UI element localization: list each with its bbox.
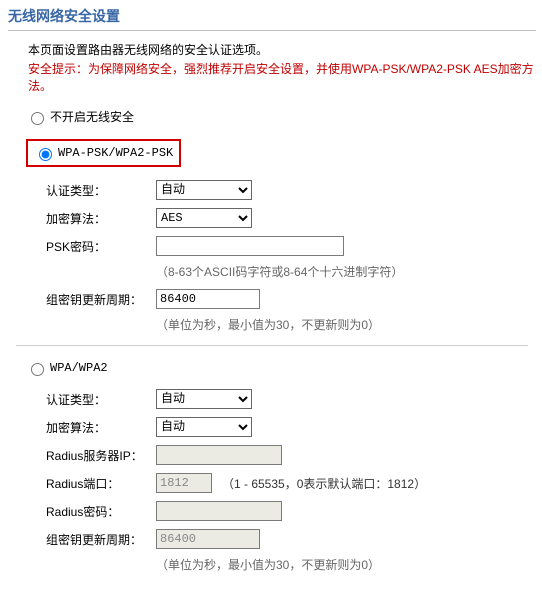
psk-password-label: PSK密码：	[46, 238, 156, 255]
psk-groupkey-input[interactable]	[156, 289, 260, 309]
option-psk-row: WPA-PSK/WPA2-PSK	[26, 139, 536, 167]
wpa-cipher-label: 加密算法：	[46, 419, 156, 436]
wpa-cipher-select[interactable]: 自动	[156, 417, 252, 437]
radius-pwd-label: Radius密码：	[46, 503, 156, 520]
psk-cipher-label: 加密算法：	[46, 210, 156, 227]
radius-port-input	[156, 473, 212, 493]
psk-groupkey-hint: （单位为秒，最小值为30，不更新则为0）	[156, 316, 536, 333]
psk-auth-label: 认证类型：	[46, 182, 156, 199]
option-wpa-radio[interactable]	[31, 363, 44, 376]
psk-cipher-select[interactable]: AES	[156, 208, 252, 228]
radius-ip-label: Radius服务器IP：	[46, 447, 156, 464]
option-psk-label: WPA-PSK/WPA2-PSK	[58, 146, 173, 160]
option-none-row: 不开启无线安全	[26, 108, 536, 125]
title-divider	[8, 30, 536, 31]
radius-port-hint: （1 - 65535，0表示默认端口：1812）	[222, 475, 426, 492]
option-wpa-row: WPA/WPA2	[26, 360, 536, 376]
psk-auth-select[interactable]: 自动	[156, 180, 252, 200]
page-title: 无线网络安全设置	[8, 6, 536, 26]
option-none-radio[interactable]	[31, 112, 44, 125]
wpa-auth-select[interactable]: 自动	[156, 389, 252, 409]
wpa-groupkey-input	[156, 529, 260, 549]
option-wpa-label: WPA/WPA2	[50, 361, 108, 375]
radius-ip-input	[156, 445, 282, 465]
radius-port-label: Radius端口：	[46, 475, 156, 492]
psk-groupkey-label: 组密钥更新周期：	[46, 291, 156, 308]
security-warning: 安全提示：为保障网络安全，强烈推荐开启安全设置，并使用WPA-PSK/WPA2-…	[28, 60, 536, 94]
intro-text: 本页面设置路由器无线网络的安全认证选项。	[28, 41, 536, 58]
option-none-label: 不开启无线安全	[50, 108, 134, 125]
psk-password-hint: （8-63个ASCII码字符或8-64个十六进制字符）	[156, 263, 536, 280]
option-psk-radio[interactable]	[39, 148, 52, 161]
psk-password-input[interactable]	[156, 236, 344, 256]
section-divider	[16, 345, 528, 346]
wpa-auth-label: 认证类型：	[46, 391, 156, 408]
wpa-groupkey-label: 组密钥更新周期：	[46, 531, 156, 548]
option-psk-highlight: WPA-PSK/WPA2-PSK	[26, 139, 181, 167]
wpa-groupkey-hint: （单位为秒，最小值为30，不更新则为0）	[156, 556, 536, 573]
radius-pwd-input	[156, 501, 282, 521]
